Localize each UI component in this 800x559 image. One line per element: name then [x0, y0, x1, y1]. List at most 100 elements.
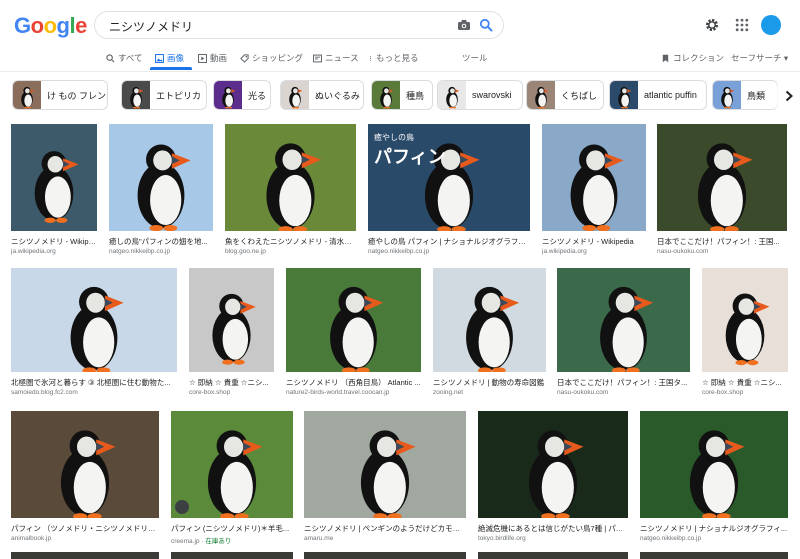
- tab-more[interactable]: もっと見る: [368, 52, 419, 64]
- result-title[interactable]: ニシツノメドリ - Wikipedia: [542, 236, 646, 247]
- result-thumbnail[interactable]: [557, 268, 690, 372]
- search-icon[interactable]: [479, 18, 493, 32]
- result-title[interactable]: 日本でここだけ！パフィン！: 王国...: [657, 236, 787, 247]
- tab-videos[interactable]: 動画: [198, 52, 227, 64]
- image-result[interactable]: 癒しの鳥"パフィンの翅を地... natgeo.nikkeibp.co.jp: [109, 124, 213, 259]
- related-chip[interactable]: くちばし: [526, 80, 604, 110]
- image-result[interactable]: ニシツノメドリ - Wikipedia ja.wikipedia.org: [11, 124, 97, 259]
- result-thumbnail[interactable]: [225, 124, 356, 231]
- result-source: core-box.shop: [189, 389, 274, 396]
- result-title[interactable]: 癒しの鳥"パフィンの翅を地...: [109, 236, 213, 247]
- related-chip[interactable]: swarovski: [437, 80, 523, 110]
- collections-link[interactable]: コレクション: [661, 52, 724, 64]
- image-result-partial[interactable]: [304, 552, 466, 559]
- result-thumbnail[interactable]: [171, 411, 293, 518]
- related-chip[interactable]: け もの フレンズ: [12, 80, 108, 110]
- result-title[interactable]: 絶滅危機にあるとは信じがたい鳥7種 | パー...: [478, 523, 628, 534]
- related-chip[interactable]: 鳥類: [712, 80, 778, 110]
- image-result-partial[interactable]: [478, 552, 628, 559]
- tab-shopping[interactable]: ショッピング: [240, 52, 303, 64]
- result-title[interactable]: パフィン （ツノメドリ・ニシツノメドリ・...: [11, 523, 159, 534]
- result-title[interactable]: ニシツノメドリ - Wikipedia: [11, 236, 97, 247]
- result-title[interactable]: ニシツノメドリ （西角目鳥） Atlantic ...: [286, 377, 421, 388]
- result-thumbnail[interactable]: [657, 124, 787, 231]
- chip-label: ぬいぐるみ: [315, 90, 360, 101]
- result-title[interactable]: 北極圏で氷河と暮らす ③ 北極圏に住む動物た...: [11, 377, 177, 388]
- chip-label: 鳥類: [747, 90, 766, 101]
- result-thumbnail[interactable]: [11, 124, 97, 231]
- related-chip[interactable]: 種鳥: [371, 80, 433, 110]
- image-result[interactable]: 絶滅危機にあるとは信じがたい鳥7種 | パー... tokyo.birdlife.…: [478, 411, 628, 546]
- camera-icon[interactable]: [457, 18, 471, 32]
- chips-next-button[interactable]: [778, 84, 800, 108]
- source-domain: amaru.me: [304, 535, 334, 542]
- gear-icon[interactable]: [704, 17, 720, 33]
- result-source: creema.jp · 在庫あり: [171, 535, 293, 545]
- image-result[interactable]: ☆ 即納 ☆ 貴重 ☆ニシ... core-box.shop: [702, 268, 788, 400]
- search-input[interactable]: ニシツノメドリ: [109, 18, 193, 35]
- image-result-partial[interactable]: [11, 552, 159, 559]
- result-title[interactable]: 癒やしの鳥 パフィン | ナショナルジオグラフィ...: [368, 236, 530, 247]
- more-vert-icon: [369, 55, 372, 61]
- image-result[interactable]: ☆ 即納 ☆ 貴重 ☆ニシ... core-box.shop: [189, 268, 274, 400]
- result-title[interactable]: ニシツノメドリ | ペンギンのようだけどカモメ...: [304, 523, 466, 534]
- result-thumbnail[interactable]: [640, 411, 788, 518]
- chip-label: エトピリカ: [156, 90, 202, 101]
- result-source: nature2-birds-world.travel.coocan.jp: [286, 389, 421, 396]
- related-chip[interactable]: atlantic puffin: [609, 80, 707, 110]
- related-chip[interactable]: 光る: [213, 80, 271, 110]
- search-tabs: すべて 画像 動画 ショッピング ニュース もっと見る ツール コレクション セ…: [0, 48, 800, 70]
- result-thumbnail[interactable]: [542, 124, 646, 231]
- tag-icon: [240, 53, 249, 63]
- image-result[interactable]: 癒やしの鳥 パフィン癒やしの鳥 パフィン | ナショナルジオグラフィ... natg…: [368, 124, 530, 259]
- image-result[interactable]: 日本でここだけ！パフィン！: 王国タ... nasu-oukoku.com: [557, 268, 690, 400]
- tab-all[interactable]: すべて: [106, 52, 143, 64]
- result-title[interactable]: ニシツノメドリ | ナショナルジオグラフィ...: [640, 523, 788, 534]
- chip-thumbnail: [281, 81, 309, 109]
- result-thumbnail[interactable]: [189, 268, 274, 372]
- result-thumbnail[interactable]: [478, 411, 628, 518]
- image-result[interactable]: パフィン （ツノメドリ・ニシツノメドリ・... animalbook.jp: [11, 411, 159, 546]
- result-thumbnail[interactable]: [702, 268, 788, 372]
- apps-grid-icon[interactable]: [735, 18, 749, 32]
- image-result[interactable]: 北極圏で氷河と暮らす ③ 北極圏に住む動物た... samoiedo.blog.f…: [11, 268, 177, 400]
- result-thumbnail[interactable]: [286, 268, 421, 372]
- result-thumbnail[interactable]: [109, 124, 213, 231]
- source-domain: tokyo.birdlife.org: [478, 535, 526, 542]
- image-result-partial[interactable]: [640, 552, 788, 559]
- image-result[interactable]: ニシツノメドリ - Wikipedia ja.wikipedia.org: [542, 124, 646, 259]
- image-result[interactable]: ニシツノメドリ （西角目鳥） Atlantic ... nature2-birds…: [286, 268, 421, 400]
- result-title[interactable]: ☆ 即納 ☆ 貴重 ☆ニシ...: [189, 377, 274, 388]
- tab-tools[interactable]: ツール: [462, 52, 488, 64]
- avatar[interactable]: [761, 15, 781, 35]
- search-box[interactable]: ニシツノメドリ: [94, 11, 504, 39]
- result-thumbnail[interactable]: [11, 268, 177, 372]
- result-thumbnail[interactable]: 癒やしの鳥 パフィン: [368, 124, 530, 231]
- result-title[interactable]: 魚をくわえたニシツノメドリ - 清水正...: [225, 236, 356, 247]
- image-result[interactable]: ニシツノメドリ | 動物の寿命図鑑 zooing.net: [433, 268, 546, 400]
- result-source: natgeo.nikkeibp.co.jp: [368, 248, 530, 255]
- result-thumbnail[interactable]: [304, 411, 466, 518]
- related-chip[interactable]: ぬいぐるみ: [280, 80, 364, 110]
- chip-label: 光る: [248, 90, 267, 101]
- safesearch-toggle[interactable]: セーフサーチ ▾: [731, 52, 788, 64]
- image-result[interactable]: 日本でここだけ！パフィン！: 王国... nasu-oukoku.com: [657, 124, 787, 259]
- image-result[interactable]: パフィン (ニシツノメドリ)＊羊毛... creema.jp · 在庫あり: [171, 411, 293, 546]
- image-result-partial[interactable]: [171, 552, 293, 559]
- result-title[interactable]: ニシツノメドリ | 動物の寿命図鑑: [433, 377, 546, 388]
- chip-thumbnail: [13, 81, 41, 109]
- result-source: natgeo.nikkeibp.co.jp: [109, 248, 213, 255]
- google-logo[interactable]: Google: [14, 13, 87, 39]
- result-thumbnail[interactable]: [11, 411, 159, 518]
- related-chip[interactable]: エトピリカ: [121, 80, 207, 110]
- image-result[interactable]: ニシツノメドリ | ペンギンのようだけどカモメ... amaru.me: [304, 411, 466, 546]
- chip-label: atlantic puffin: [644, 90, 697, 100]
- result-title[interactable]: パフィン (ニシツノメドリ)＊羊毛...: [171, 523, 293, 534]
- image-result[interactable]: 魚をくわえたニシツノメドリ - 清水正... blog.goo.ne.jp: [225, 124, 356, 259]
- result-title[interactable]: ☆ 即納 ☆ 貴重 ☆ニシ...: [702, 377, 788, 388]
- image-result[interactable]: ニシツノメドリ | ナショナルジオグラフィ... natgeo.nikkeibp.…: [640, 411, 788, 546]
- result-thumbnail[interactable]: [433, 268, 546, 372]
- tab-images[interactable]: 画像: [155, 52, 184, 64]
- result-title[interactable]: 日本でここだけ！パフィン！: 王国タ...: [557, 377, 690, 388]
- tab-news[interactable]: ニュース: [313, 52, 359, 64]
